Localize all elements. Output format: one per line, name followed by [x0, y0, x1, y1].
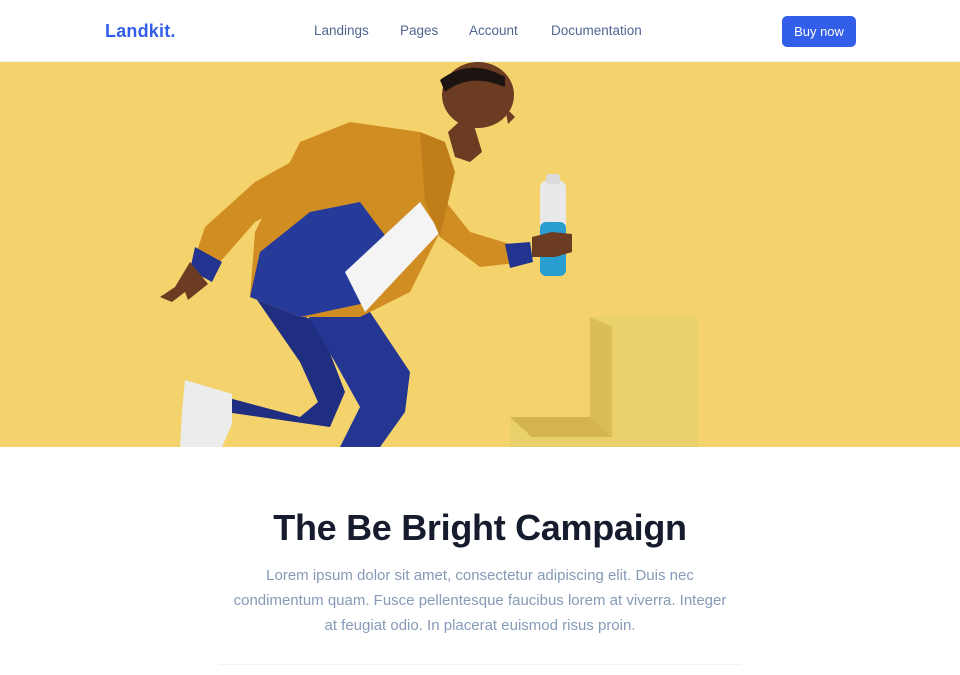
- runner-photo: [0, 62, 960, 447]
- nav-link-documentation[interactable]: Documentation: [551, 23, 642, 38]
- section-title: The Be Bright Campaign: [273, 507, 687, 548]
- hero-image: [0, 62, 960, 447]
- nav-link-account[interactable]: Account: [469, 23, 518, 38]
- navbar: Landkit. Landings Pages Account Document…: [0, 0, 960, 62]
- buy-now-button[interactable]: Buy now: [782, 16, 856, 47]
- section-lead-text: Lorem ipsum dolor sit amet, consectetur …: [233, 567, 727, 634]
- campaign-section: The Be Bright Campaign Lorem ipsum dolor…: [0, 447, 960, 675]
- nav-link-landings[interactable]: Landings: [314, 23, 369, 38]
- nav-link-pages[interactable]: Pages: [400, 23, 438, 38]
- section-divider: [219, 664, 741, 665]
